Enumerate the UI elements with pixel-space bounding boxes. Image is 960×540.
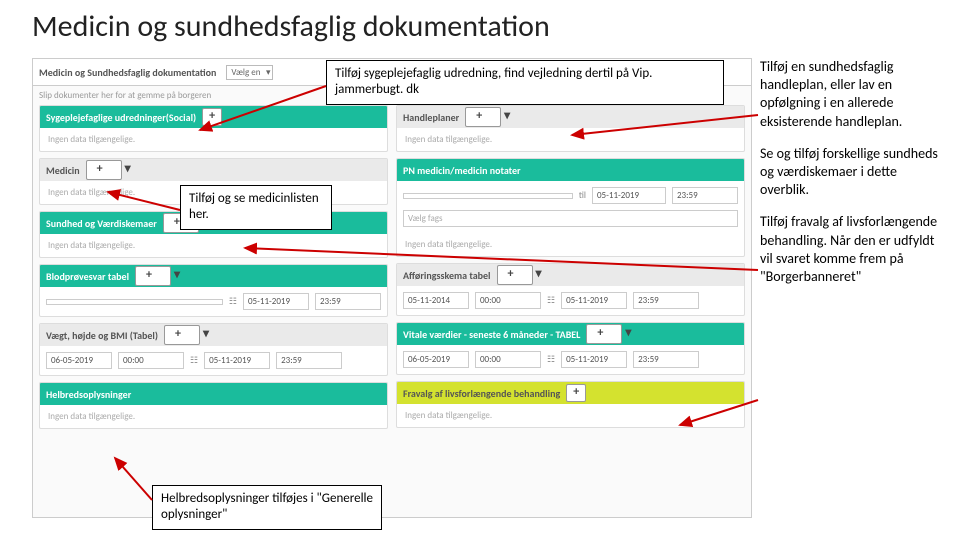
- slide-title: Medicin og sundhedsfaglig dokumentation: [32, 8, 550, 45]
- pn-from-field[interactable]: [403, 193, 573, 199]
- section-title: Vægt, højde og BMI (Tabel): [46, 329, 158, 342]
- no-data-text: Ingen data tilgængelige.: [397, 233, 744, 256]
- no-data-text: Ingen data tilgængelige.: [40, 405, 387, 428]
- sec-blodproevesvar: Blodprøvesvar tabel + ☷ 05-11-2019 23:59: [39, 264, 388, 317]
- calendar-icon: ☷: [547, 354, 555, 365]
- sec-fravalg-livsforlaengende: Fravalg af livsforlængende behandling + …: [396, 381, 745, 428]
- side-note-vaerdiskemaer: Se og tilføj forskellige sundheds og vær…: [760, 145, 948, 200]
- right-column: Handleplaner + Ingen data tilgængelige. …: [396, 105, 745, 429]
- sec-vitale-vaerdier: Vitale værdier - seneste 6 måneder - TAB…: [396, 322, 745, 375]
- time-field[interactable]: 23:59: [315, 293, 381, 310]
- section-title: Sundhed og Værdiskemaer: [46, 217, 157, 230]
- section-title: Blodprøvesvar tabel: [46, 270, 129, 283]
- add-dropdown-button[interactable]: +: [586, 324, 622, 344]
- date-to-field[interactable]: 05-11-2019: [561, 292, 627, 309]
- sec-handleplaner: Handleplaner + Ingen data tilgængelige.: [396, 105, 745, 152]
- time-from-field[interactable]: 00:00: [475, 351, 541, 368]
- no-data-text: Ingen data tilgængelige.: [40, 234, 387, 257]
- time-to-field[interactable]: 23:59: [276, 352, 342, 369]
- sec-sygepleje-udredninger: Sygeplejefaglige udredninger(Social) + I…: [39, 105, 388, 152]
- section-title: Helbredsoplysninger: [46, 388, 131, 401]
- add-dropdown-button[interactable]: +: [164, 325, 200, 345]
- time-from-field[interactable]: 00:00: [475, 292, 541, 309]
- no-data-text: Ingen data tilgængelige.: [40, 128, 387, 151]
- time-to-field[interactable]: 23:59: [633, 351, 699, 368]
- date-to-field[interactable]: 05-11-2019: [204, 352, 270, 369]
- time-to-field[interactable]: 23:59: [633, 292, 699, 309]
- calendar-icon: ☷: [547, 295, 555, 306]
- sec-pn-medicin-notater: PN medicin/medicin notater til 05-11-201…: [396, 158, 745, 257]
- sec-vaegt-hojde-bmi: Vægt, højde og BMI (Tabel) + 06-05-2019 …: [39, 323, 388, 376]
- no-data-text: Ingen data tilgængelige.: [397, 128, 744, 151]
- time-from-field[interactable]: 00:00: [118, 352, 184, 369]
- add-dropdown-button[interactable]: +: [497, 265, 533, 285]
- section-title: Sygeplejefaglige udredninger(Social): [46, 111, 196, 124]
- sec-helbredsoplysninger: Helbredsoplysninger Ingen data tilgængel…: [39, 382, 388, 429]
- callout-top: Tilføj sygeplejefaglig udredning, find v…: [326, 60, 724, 105]
- section-title: Handleplaner: [403, 111, 459, 124]
- date-from-field[interactable]: 06-05-2019: [403, 351, 469, 368]
- add-dropdown-button[interactable]: +: [135, 266, 171, 286]
- date-field[interactable]: 05-11-2019: [592, 187, 666, 204]
- calendar-icon: ☷: [190, 355, 198, 366]
- callout-medicin: Tilføj og se medicinlisten her.: [180, 185, 332, 230]
- add-button[interactable]: +: [202, 108, 222, 126]
- sidebar-notes: Tilføj en sundhedsfaglig handleplan, ell…: [760, 58, 948, 300]
- date-from-field[interactable]: 06-05-2019: [46, 352, 112, 369]
- add-dropdown-button[interactable]: +: [465, 107, 501, 127]
- date-to-field[interactable]: 05-11-2019: [561, 351, 627, 368]
- date-field[interactable]: 05-11-2019: [243, 293, 309, 310]
- calendar-icon: ☷: [229, 296, 237, 307]
- sec-affoeringsskema: Afføringsskema tabel + 05-11-2014 00:00 …: [396, 263, 745, 316]
- no-data-text: Ingen data tilgængelige.: [397, 404, 744, 427]
- date-from-field[interactable]: 05-11-2014: [403, 292, 469, 309]
- app-window: Medicin og Sundhedsfaglig dokumentation …: [32, 58, 752, 518]
- search-field[interactable]: [46, 299, 223, 305]
- section-title: Vitale værdier - seneste 6 måneder - TAB…: [403, 328, 580, 341]
- section-title: PN medicin/medicin notater: [403, 164, 521, 177]
- time-field[interactable]: 23:59: [672, 187, 738, 204]
- til-label: til: [579, 190, 586, 201]
- side-note-fravalg: Tilføj fravalg af livsforlængende behand…: [760, 213, 948, 286]
- side-note-handleplan: Tilføj en sundhedsfaglig handleplan, ell…: [760, 58, 948, 131]
- callout-helbred: Helbredsoplysninger tilføjes i "Generell…: [152, 485, 382, 530]
- app-title: Medicin og Sundhedsfaglig dokumentation: [39, 66, 216, 79]
- add-dropdown-button[interactable]: +: [86, 160, 122, 180]
- section-title: Medicin: [46, 164, 80, 177]
- header-dropdown[interactable]: Vælg en: [226, 65, 273, 80]
- left-column: Sygeplejefaglige udredninger(Social) + I…: [39, 105, 388, 429]
- section-title: Afføringsskema tabel: [403, 269, 491, 282]
- vaelg-fags-field[interactable]: Vælg fags: [403, 210, 738, 227]
- add-button[interactable]: +: [566, 384, 586, 402]
- section-title: Fravalg af livsforlængende behandling: [403, 387, 560, 400]
